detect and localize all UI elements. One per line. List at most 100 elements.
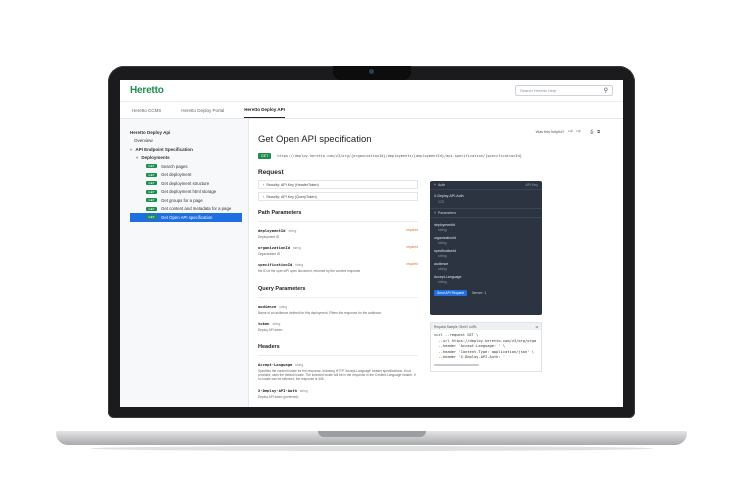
method-badge: GET [146, 164, 157, 169]
field-value: string [438, 280, 447, 284]
sidebar-item-root[interactable]: Heretto Deploy Api [130, 128, 242, 137]
param-required: required [406, 262, 418, 267]
sidebar-item-deployments[interactable]: ˅ Deployments [130, 154, 242, 163]
share-icon[interactable]: ⧉ [597, 130, 600, 134]
param-desc: Deploy API token (preferred) [258, 394, 299, 399]
sidebar-endpoint-get-deployment[interactable]: GET Get deployment [130, 171, 242, 180]
panel-auth-header[interactable]: ˅ Auth API Key [430, 181, 542, 190]
field-name: audience [434, 262, 449, 266]
param-type: string [295, 363, 304, 368]
sidebar-endpoint-content-metadata[interactable]: GET Get content and metadata for a page [130, 205, 242, 214]
sidebar-endpoint-search-pages[interactable]: GET Search pages [130, 162, 242, 171]
panel-auth-type[interactable]: API Key [525, 183, 538, 187]
main-content: Was this helpful? 👍︎ 👎︎ ⎙ ⧉ Get Open API… [249, 119, 623, 407]
endpoint-label: Get deployment [161, 172, 192, 178]
param-deployment-id: deploymentId string required Deployment I… [258, 228, 418, 239]
security-label: Security: API Key (HeaderToken) [266, 182, 319, 187]
request-sample-title[interactable]: Request Sample: Shell / cURL [434, 325, 477, 329]
panel-field-accept-language[interactable]: Accept-Language string [430, 273, 542, 286]
param-name: deploymentId [258, 228, 286, 233]
endpoint-label: Get deployment html storage [161, 189, 217, 195]
field-name: deploymentId [434, 223, 456, 227]
panel-auth-field[interactable]: X-Deploy-API-Auth 123 [430, 190, 542, 209]
endpoint-label: Get groups for a page [161, 197, 203, 203]
endpoint-label: Search pages [161, 163, 188, 169]
search-input[interactable]: Search Heretto Help ⚲ [515, 85, 613, 96]
try-it-column: ˅ Auth API Key X-Deploy-API-Auth 123 ˅ P… [430, 169, 542, 399]
send-api-request-button[interactable]: Send API Request [434, 290, 467, 296]
horizontal-scrollbar[interactable] [434, 363, 479, 366]
panel-field-specification-id[interactable]: specificationId string [430, 247, 542, 260]
panel-auth-key-value: 123 [438, 200, 444, 204]
chevron-down-icon: ˅ [434, 183, 437, 187]
tab-deploy-portal[interactable]: Heretto Deploy Portal [181, 108, 238, 118]
sidebar-item-endpoint-spec[interactable]: ˅ API Endpoint Specification [130, 145, 242, 154]
header-deploy-api-auth: X-Deploy-API-Auth string Deploy API token… [258, 388, 418, 399]
method-badge: GET [146, 215, 157, 220]
panel-auth-key-label: X-Deploy-API-Auth [434, 194, 464, 198]
sidebar-item-label: Deployments [141, 155, 170, 161]
param-desc: Specifies the content locale for the res… [258, 369, 416, 382]
panel-params-header[interactable]: ˅ Parameters [430, 209, 542, 218]
param-specification-id: specificationId string required the ID of… [258, 262, 418, 273]
feedback-bar: Was this helpful? 👍︎ 👎︎ ⎙ ⧉ [536, 129, 600, 134]
method-badge: GET [146, 189, 157, 194]
camera-icon [369, 69, 374, 74]
sidebar-item-overview[interactable]: Overview [130, 137, 242, 146]
panel-field-audience[interactable]: audience string [430, 260, 542, 273]
panel-field-organization-id[interactable]: organizationId string [430, 234, 542, 247]
param-token: token string Deploy API token [258, 321, 418, 332]
request-title: Request [258, 169, 284, 176]
divider [258, 221, 418, 222]
endpoint-label: Get Open API specification [161, 214, 213, 220]
sidebar-endpoint-html-storage[interactable]: GET Get deployment html storage [130, 188, 242, 197]
search-icon[interactable]: ⚲ [604, 87, 608, 94]
field-value: string [438, 267, 447, 271]
param-name: token [258, 320, 270, 326]
param-desc: the ID of the open API spec document, re… [258, 269, 361, 274]
panel-auth-label: Auth [438, 183, 446, 187]
chevron-down-icon: ˅ [136, 155, 139, 161]
headers-title: Headers [258, 344, 280, 351]
sidebar-endpoint-groups-for-page[interactable]: GET Get groups for a page [130, 196, 242, 205]
path-params-title: Path Parameters [258, 210, 302, 216]
headers-section: Headers Accept-Language string Specifies … [258, 344, 418, 399]
tab-heretto-ccms[interactable]: Heretto CCMS [132, 108, 175, 118]
param-required: required [406, 245, 418, 250]
server-select[interactable]: Server: 1 [472, 291, 486, 295]
sidebar: Heretto Deploy Api Overview ˅ API Endpoi… [120, 119, 249, 407]
param-desc: Organization ID [258, 252, 281, 257]
param-audience: audience string Name of an audience defin… [258, 304, 418, 315]
param-name: organizationId [258, 245, 291, 251]
param-required: required [406, 228, 418, 232]
method-badge: GET [146, 181, 157, 186]
security-header-token[interactable]: › Security: API Key (HeaderToken) [258, 180, 418, 189]
request-docs: Request › Security: API Key (HeaderToken… [258, 169, 418, 399]
field-value: string [438, 228, 447, 232]
panel-params-label: Parameters [438, 211, 457, 215]
sidebar-endpoint-deployment-structure[interactable]: GET Get deployment structure [130, 179, 242, 188]
print-icon[interactable]: ⎙ [590, 130, 593, 134]
thumbs-down-icon[interactable]: 👎︎ [576, 129, 580, 134]
param-desc: Deployment ID [258, 235, 280, 239]
panel-field-deployment-id[interactable]: deploymentId string [430, 221, 542, 234]
copy-icon[interactable]: ⧉ [536, 325, 538, 329]
security-label: Security: API Key (QueryToken) [266, 194, 317, 199]
sidebar-item-label: API Endpoint Specification [135, 146, 193, 152]
laptop-shadow [90, 446, 653, 451]
method-badge: GET [146, 172, 157, 177]
param-desc: Name of an audience defined for this dep… [258, 310, 382, 315]
heretto-logo[interactable]: Heretto [130, 85, 164, 96]
security-query-token[interactable]: › Security: API Key (QueryToken) [258, 192, 418, 201]
param-type: string [279, 304, 288, 309]
sidebar-endpoint-open-api-spec[interactable]: GET Get Open API specification [130, 213, 242, 222]
divider [258, 296, 418, 298]
method-badge: GET [146, 206, 157, 211]
param-name: X-Deploy-API-Auth [258, 387, 297, 393]
thumbs-up-icon[interactable]: 👍︎ [568, 129, 572, 134]
tab-deploy-api[interactable]: Heretto Deploy API [244, 107, 285, 118]
endpoint-url: https://deploy.heretto.com/v3/org/{organ… [277, 154, 522, 158]
code-sample: curl --request GET \ --url https://deplo… [431, 330, 541, 364]
page-title: Get Open API specification [258, 134, 372, 145]
param-type: string [272, 321, 281, 326]
